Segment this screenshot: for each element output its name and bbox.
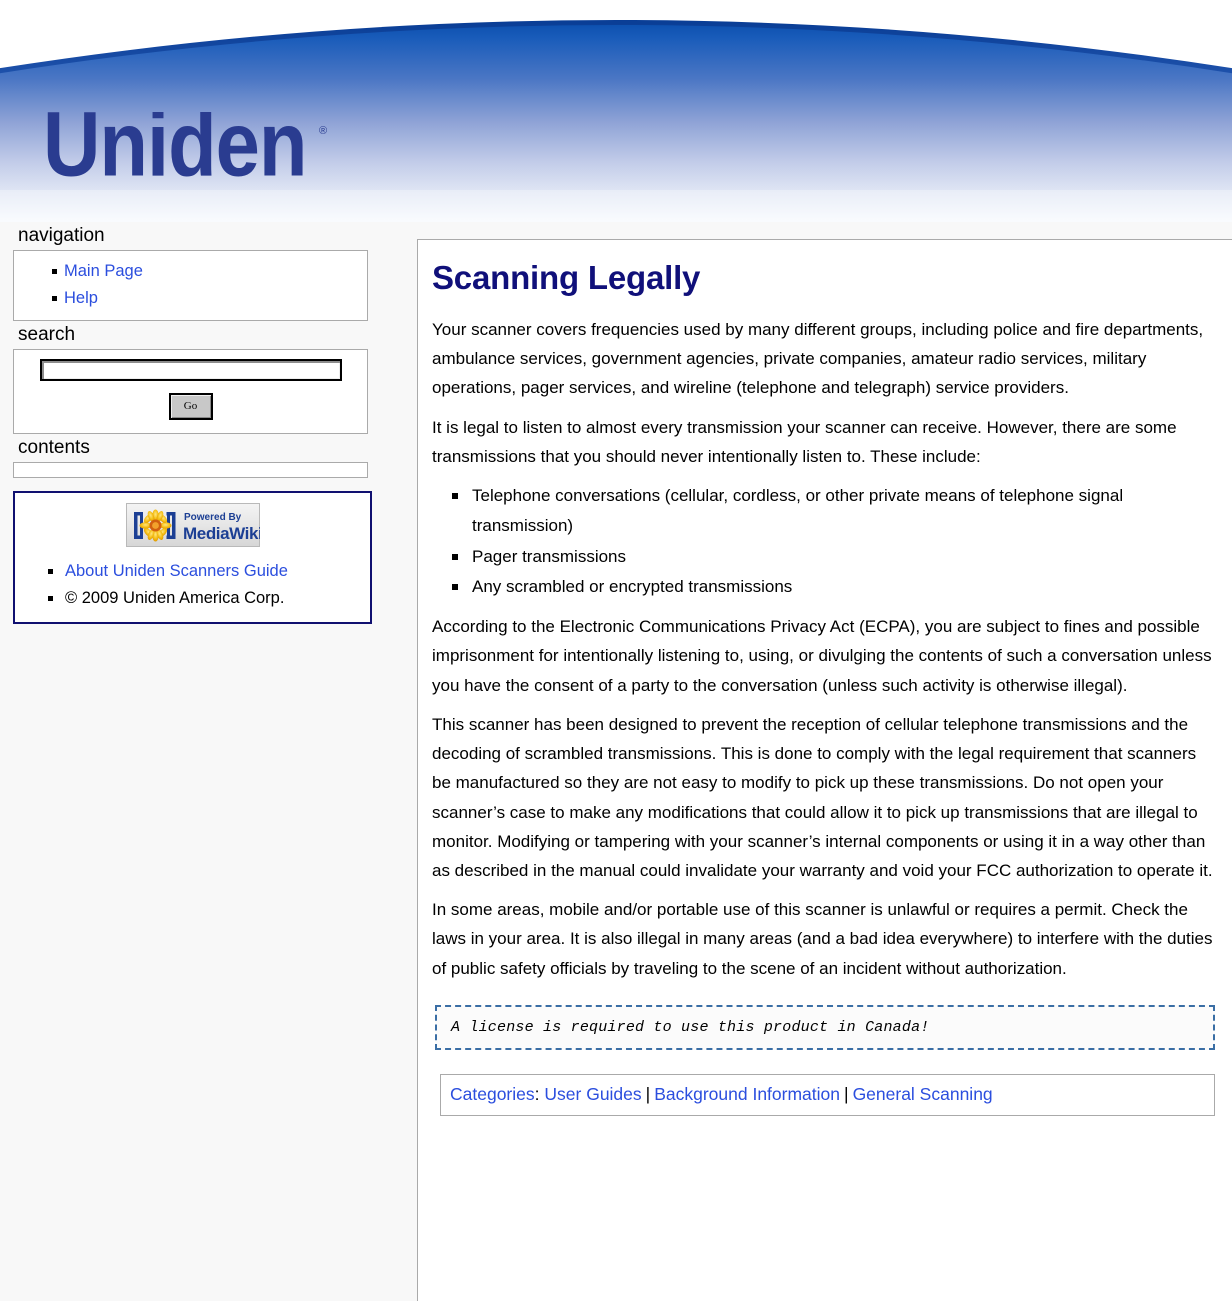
sidebar-item-copyright: © 2009 Uniden America Corp. bbox=[15, 585, 370, 612]
sidebar: navigation Main Page Help search Go cont… bbox=[0, 222, 400, 624]
list-item: Telephone conversations (cellular, cordl… bbox=[432, 481, 1218, 542]
copyright-text: © 2009 Uniden America Corp. bbox=[65, 589, 285, 608]
category-link-background-information[interactable]: Background Information bbox=[654, 1084, 840, 1104]
list-item: Pager transmissions bbox=[432, 542, 1218, 572]
portlet-contents: contents bbox=[0, 434, 400, 478]
portlet-search: search Go bbox=[0, 321, 400, 434]
uniden-logo: Uniden ® bbox=[43, 112, 343, 190]
prohibited-transmissions-list: Telephone conversations (cellular, cordl… bbox=[432, 481, 1218, 602]
portlet-navigation-body: Main Page Help bbox=[13, 249, 368, 321]
mediawiki-badge-wrap: Powered By MediaWiki bbox=[15, 502, 370, 558]
license-callout-box: A license is required to use this produc… bbox=[435, 1004, 1215, 1050]
portlet-contents-body bbox=[13, 461, 368, 478]
category-links-bar: Categories: User Guides | Background Infor… bbox=[440, 1073, 1215, 1117]
site-header-banner: Uniden ® bbox=[0, 0, 1232, 222]
portlet-about: Powered By MediaWiki About Uniden Scanne… bbox=[13, 490, 372, 624]
main-content-area: Scanning Legally Your scanner covers fre… bbox=[417, 239, 1232, 1301]
sidebar-link-about-guide[interactable]: About Uniden Scanners Guide bbox=[65, 562, 288, 580]
paragraph-legality: It is legal to listen to almost every tr… bbox=[432, 417, 1177, 466]
categories-colon: : bbox=[534, 1083, 540, 1104]
svg-text:MediaWiki: MediaWiki bbox=[183, 524, 260, 543]
paragraph-ecpa: According to the Electronic Communicatio… bbox=[432, 617, 1212, 695]
portlet-navigation: navigation Main Page Help bbox=[0, 222, 400, 321]
license-callout-text: A license is required to use this produc… bbox=[451, 1018, 930, 1036]
paragraph-intro: Your scanner covers frequencies used by … bbox=[432, 319, 1204, 398]
content-body: Scanning Legally Your scanner covers fre… bbox=[418, 240, 1232, 1117]
svg-text:®: ® bbox=[319, 125, 327, 137]
search-input[interactable] bbox=[39, 358, 342, 381]
svg-text:Powered By: Powered By bbox=[184, 512, 242, 523]
sidebar-link-help[interactable]: Help bbox=[64, 289, 98, 307]
sidebar-item-help[interactable]: Help bbox=[14, 285, 367, 312]
sidebar-item-main-page[interactable]: Main Page bbox=[14, 258, 367, 285]
navigation-list: Main Page Help bbox=[14, 258, 367, 313]
portlet-search-heading: search bbox=[18, 323, 76, 345]
svg-text:Uniden: Uniden bbox=[43, 112, 306, 190]
sidebar-link-main-page[interactable]: Main Page bbox=[64, 262, 143, 280]
sidebar-item-about-guide[interactable]: About Uniden Scanners Guide bbox=[15, 558, 370, 585]
mediawiki-powered-by-icon[interactable]: Powered By MediaWiki bbox=[125, 502, 260, 547]
about-list: About Uniden Scanners Guide © 2009 Unide… bbox=[15, 558, 370, 613]
search-go-button[interactable]: Go bbox=[168, 392, 213, 420]
categories-label-link[interactable]: Categories bbox=[450, 1084, 535, 1104]
category-separator: | bbox=[844, 1083, 849, 1104]
category-link-general-scanning[interactable]: General Scanning bbox=[853, 1084, 993, 1104]
paragraph-scanner-design: This scanner has been designed to preven… bbox=[432, 714, 1213, 880]
portlet-search-body: Go bbox=[13, 348, 368, 434]
portlet-navigation-heading: navigation bbox=[18, 225, 105, 246]
paragraph-mobile-use: In some areas, mobile and/or portable us… bbox=[432, 900, 1213, 978]
portlet-contents-heading: contents bbox=[18, 436, 90, 458]
category-link-user-guides[interactable]: User Guides bbox=[544, 1084, 641, 1104]
page-title: Scanning Legally bbox=[432, 259, 701, 296]
list-item: Any scrambled or encrypted transmissions bbox=[432, 572, 1218, 602]
category-separator: | bbox=[645, 1083, 651, 1104]
